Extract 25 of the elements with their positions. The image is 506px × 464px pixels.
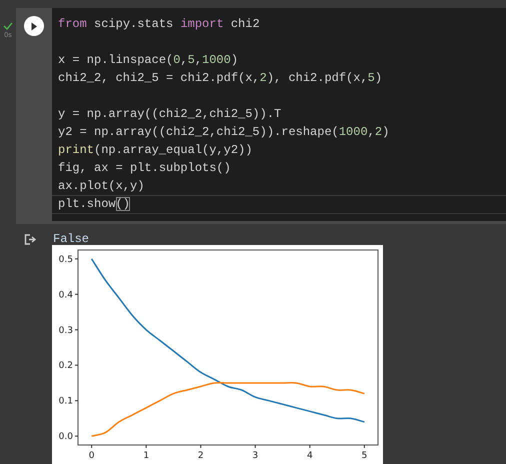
run-button[interactable] (24, 16, 44, 36)
y-tick-label: 0.3 (58, 326, 73, 336)
x-tick-label: 2 (198, 451, 204, 461)
x-tick-label: 5 (362, 451, 368, 461)
x-tick-label: 1 (143, 451, 150, 461)
y-tick-label: 0.1 (58, 396, 73, 407)
code-line: print(np.array_equal(y,y2)) (57, 142, 254, 159)
code-line: fig, ax = plt.subplots() (57, 160, 232, 177)
code-line: from scipy.stats import chi2 (57, 16, 261, 33)
y-tick-label: 0.0 (58, 432, 73, 442)
code-line: ax.plot(x,y) (57, 178, 146, 195)
output-text: False (53, 232, 90, 246)
code-line: y2 = np.array((chi2_2,chi2_5)).reshape(1000,2) (57, 124, 390, 141)
code-line: y = np.array((chi2_2,chi2_5)).T (57, 106, 282, 123)
code-line: x = np.linspace(0,5,1000) (57, 52, 240, 69)
output-icon (24, 234, 37, 245)
y-tick-label: 0.5 (58, 254, 73, 265)
x-tick-label: 0 (88, 451, 94, 461)
y-tick-label: 0.2 (58, 361, 73, 372)
play-icon (30, 22, 38, 30)
y-tick-label: 0.4 (58, 290, 73, 300)
code-line: plt.show() (52, 195, 506, 214)
x-tick-label: 3 (252, 451, 258, 461)
code-line: chi2_2, chi2_5 = chi2.pdf(x,2), chi2.pdf(x,5) (57, 70, 384, 87)
x-tick-label: 4 (306, 451, 313, 461)
